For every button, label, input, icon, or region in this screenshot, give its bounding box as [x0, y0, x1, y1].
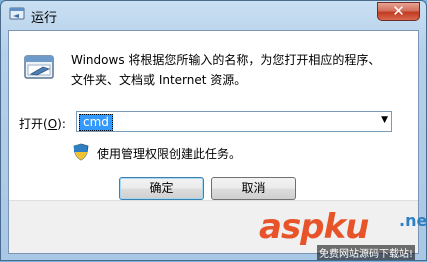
watermark-subtitle: 免费网站源码下载站! — [317, 245, 416, 260]
description-line-1: Windows 将根据您所输入的名称，为您打开相应的程序、 — [71, 53, 381, 67]
admin-privileges-note: 使用管理权限创建此任务。 — [97, 147, 242, 161]
run-program-icon — [24, 55, 54, 79]
cancel-button[interactable]: 取消 — [211, 177, 296, 200]
ok-button[interactable]: 确定 — [119, 177, 204, 200]
open-label: 打开(O): — [19, 115, 66, 132]
open-label-prefix: 打开( — [19, 117, 48, 131]
watermark-logo-ku: ku — [323, 207, 370, 247]
watermark-logo: aspku — [259, 207, 370, 247]
title-bar[interactable]: 运行 ✕ — [1, 1, 426, 29]
open-combobox[interactable]: cmd ▼ — [76, 111, 392, 132]
run-dialog-window: 运行 ✕ Windows 将根据您所输入的名称，为您打开相应的程序、 文件夹、文… — [0, 0, 427, 261]
aspku-watermark: aspku .net 免费网站源码下载站! — [259, 205, 427, 262]
watermark-logo-asp: asp — [259, 207, 325, 247]
description-line-2: 文件夹、文档或 Internet 资源。 — [71, 73, 247, 87]
open-label-suffix: ): — [57, 117, 66, 131]
window-title: 运行 — [31, 11, 58, 26]
dialog-description: Windows 将根据您所输入的名称，为您打开相应的程序、 文件夹、文档或 In… — [71, 50, 411, 90]
watermark-net: .net — [399, 211, 427, 230]
close-icon: ✕ — [392, 2, 405, 20]
run-icon — [9, 7, 25, 20]
shield-icon — [73, 143, 89, 161]
open-label-accesskey: O — [47, 117, 58, 131]
close-button[interactable]: ✕ — [377, 2, 420, 21]
chevron-down-icon[interactable]: ▼ — [381, 115, 388, 125]
open-input-value[interactable]: cmd — [79, 114, 113, 131]
